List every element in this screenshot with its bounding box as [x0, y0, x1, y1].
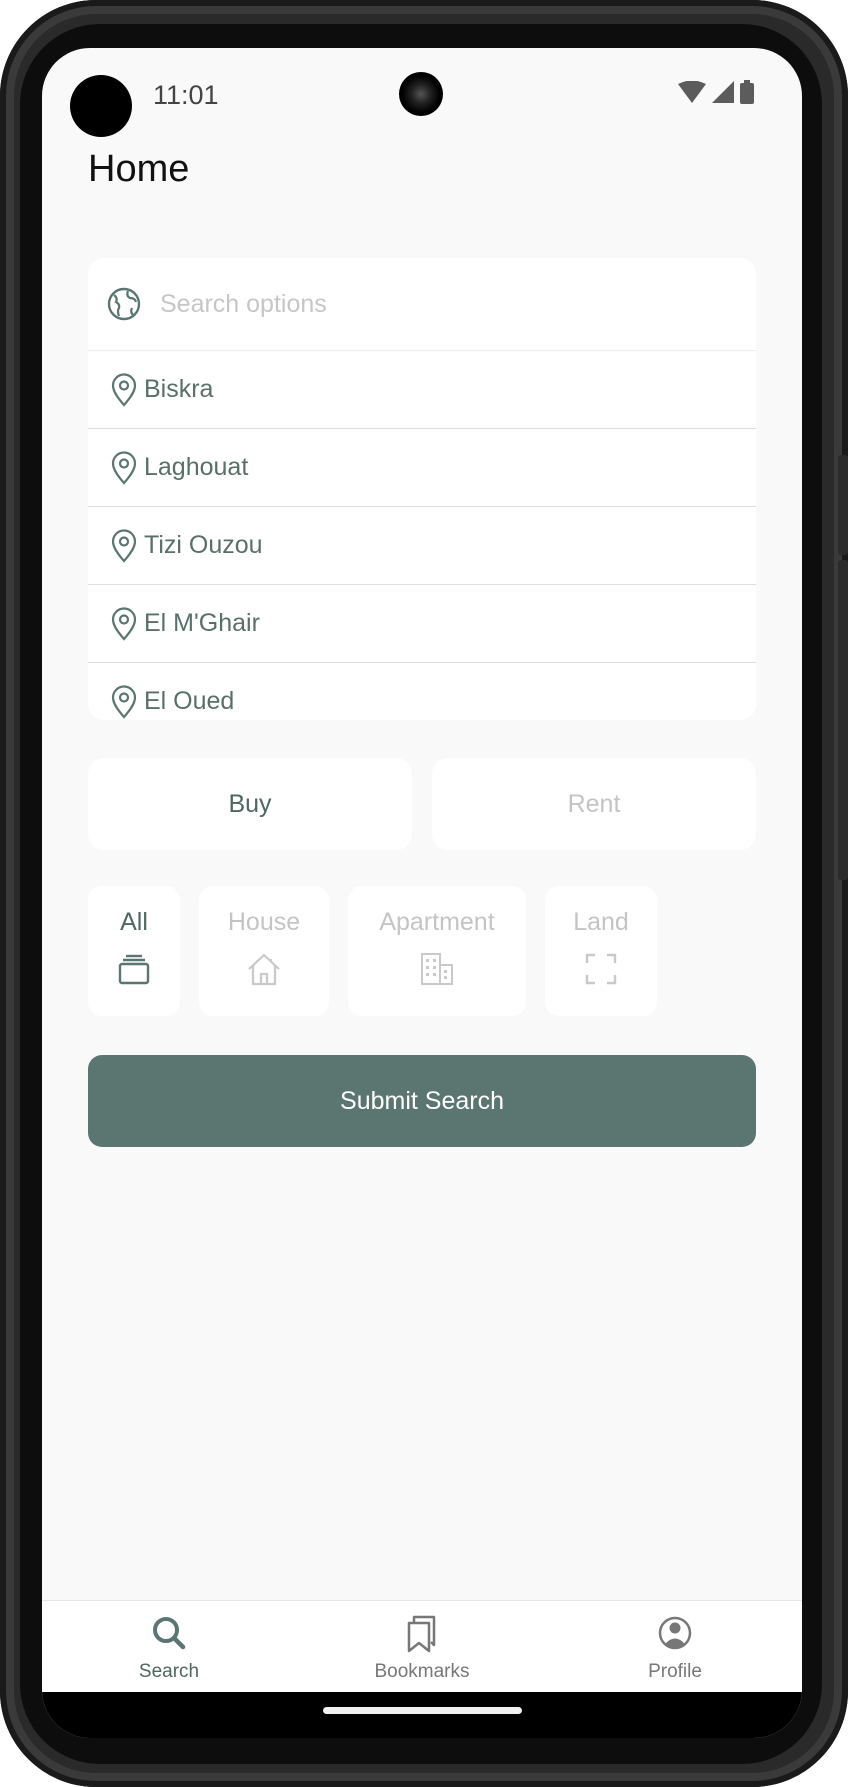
- status-time: 11:01: [153, 80, 219, 110]
- search-placeholder: Search options: [160, 289, 327, 318]
- location-label: El M'Ghair: [144, 609, 260, 637]
- bookmarks-icon: [407, 1615, 436, 1653]
- front-camera: [399, 72, 443, 116]
- type-all-button[interactable]: All: [88, 886, 180, 1016]
- nav-bookmarks[interactable]: Bookmarks: [322, 1601, 522, 1693]
- status-icons: [678, 80, 754, 104]
- nav-label: Search: [138, 1661, 200, 1682]
- nav-label: Bookmarks: [374, 1661, 470, 1682]
- signal-icon: [712, 81, 734, 103]
- location-label: Biskra: [144, 375, 214, 403]
- type-house-button[interactable]: House: [199, 886, 329, 1016]
- screen: 11:01 Home Search options Biskra Laghoua…: [42, 48, 802, 1738]
- location-pin-icon: [111, 606, 137, 641]
- stack-icon: [118, 954, 150, 985]
- nav-label: Profile: [648, 1661, 702, 1682]
- search-input[interactable]: Search options: [88, 258, 756, 351]
- type-label: Land: [573, 908, 629, 936]
- location-item-el-mghair[interactable]: El M'Ghair: [88, 585, 756, 663]
- area-frame-icon: [585, 953, 617, 985]
- submit-search-button[interactable]: Submit Search: [88, 1055, 756, 1147]
- globe-icon: [107, 287, 141, 321]
- gesture-bar: [42, 1692, 802, 1738]
- status-bar: 11:01: [42, 48, 802, 148]
- location-pin-icon: [111, 528, 137, 563]
- location-item-laghouat[interactable]: Laghouat: [88, 429, 756, 507]
- wifi-icon: [678, 81, 706, 103]
- profile-icon: [658, 1616, 692, 1650]
- page-title: Home: [88, 148, 190, 190]
- building-icon: [421, 953, 453, 985]
- search-icon: [153, 1617, 186, 1650]
- location-item-biskra[interactable]: Biskra: [88, 351, 756, 429]
- location-pin-icon: [111, 684, 137, 719]
- type-label: Apartment: [379, 908, 495, 936]
- house-icon: [248, 953, 280, 986]
- nav-profile[interactable]: Profile: [575, 1601, 775, 1693]
- type-label: All: [120, 908, 148, 936]
- search-card: Search options Biskra Laghouat Tizi Ouzo…: [88, 258, 756, 720]
- rent-button[interactable]: Rent: [432, 758, 756, 850]
- location-label: El Oued: [144, 687, 235, 715]
- type-land-button[interactable]: Land: [545, 886, 657, 1016]
- bottom-nav: Search Bookmarks Profile: [42, 1600, 802, 1693]
- type-apartment-button[interactable]: Apartment: [348, 886, 526, 1016]
- location-label: Laghouat: [144, 453, 249, 481]
- power-button: [838, 560, 848, 880]
- camera-cutout: [70, 75, 132, 137]
- location-item-el-oued[interactable]: El Oued: [88, 663, 756, 720]
- location-item-tizi-ouzou[interactable]: Tizi Ouzou: [88, 507, 756, 585]
- type-label: House: [227, 908, 301, 936]
- nav-search[interactable]: Search: [69, 1601, 269, 1693]
- location-pin-icon: [111, 372, 137, 407]
- home-indicator[interactable]: [323, 1707, 522, 1714]
- buy-button[interactable]: Buy: [88, 758, 412, 850]
- battery-icon: [740, 80, 754, 104]
- volume-button: [838, 455, 848, 555]
- location-pin-icon: [111, 450, 137, 485]
- location-label: Tizi Ouzou: [144, 531, 263, 559]
